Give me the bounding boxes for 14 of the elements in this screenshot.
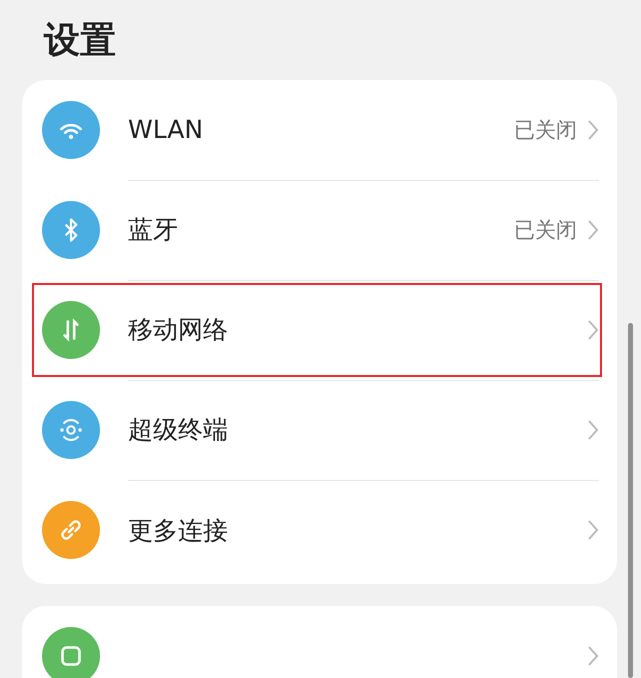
status-text: 已关闭 [514, 216, 577, 244]
chevron-icon [587, 645, 599, 667]
chevron-icon [587, 418, 599, 440]
row-label[interactable]: WLAN [128, 115, 204, 144]
status-text: 已关闭 [514, 116, 577, 144]
row-label[interactable]: 移动网络 [128, 315, 228, 344]
row-label[interactable]: 超级终端 [128, 415, 228, 444]
page-title: 设置 [42, 19, 117, 63]
row-label[interactable]: 更多连接 [128, 516, 228, 544]
chevron-icon [587, 218, 599, 240]
row-label[interactable]: 蓝牙 [128, 215, 178, 244]
chevron-icon [587, 318, 599, 340]
chevron-icon [587, 519, 599, 541]
chevron-icon [587, 118, 599, 140]
